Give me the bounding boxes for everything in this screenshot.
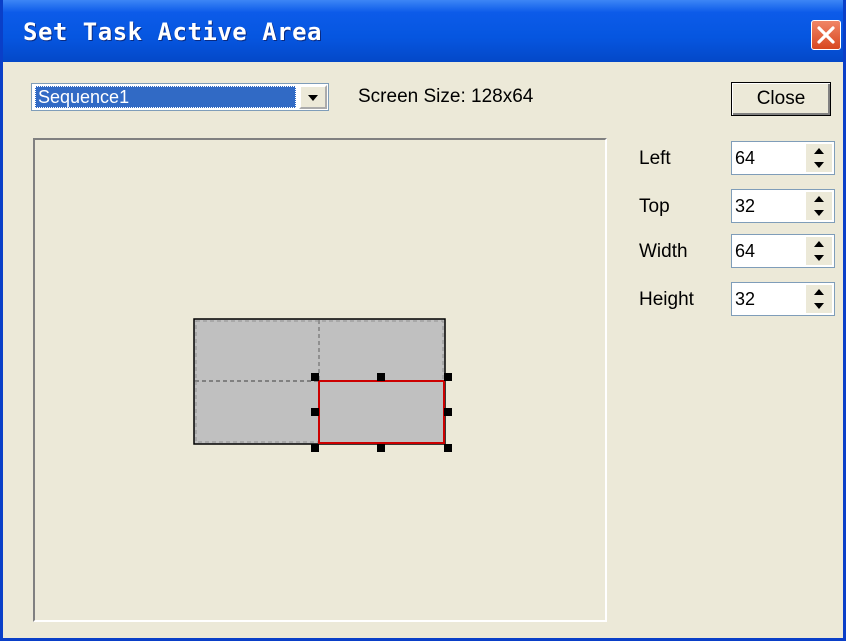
left-increment-button[interactable] bbox=[806, 144, 832, 158]
resize-handle-w[interactable] bbox=[311, 408, 319, 416]
resize-handle-e[interactable] bbox=[444, 408, 452, 416]
chevron-down-icon bbox=[308, 95, 318, 101]
top-decrement-button[interactable] bbox=[806, 206, 832, 220]
top-spin-buttons bbox=[806, 192, 832, 220]
arrow-up-icon bbox=[814, 289, 824, 295]
arrow-up-icon bbox=[814, 196, 824, 202]
left-spinbox[interactable] bbox=[731, 141, 835, 175]
width-input[interactable] bbox=[735, 239, 793, 263]
top-input[interactable] bbox=[735, 194, 793, 218]
left-input[interactable] bbox=[735, 146, 793, 170]
arrow-up-icon bbox=[814, 241, 824, 247]
resize-handle-sw[interactable] bbox=[311, 444, 319, 452]
sequence-dropdown-button[interactable] bbox=[299, 85, 327, 109]
resize-handle-s[interactable] bbox=[377, 444, 385, 452]
sequence-select[interactable]: Sequence1 bbox=[31, 83, 329, 111]
width-decrement-button[interactable] bbox=[806, 251, 832, 265]
arrow-down-icon bbox=[814, 255, 824, 261]
width-spinbox[interactable] bbox=[731, 234, 835, 268]
active-area-selection[interactable] bbox=[318, 380, 445, 444]
dialog-window: Set Task Active Area Sequence1 Screen Si… bbox=[0, 0, 846, 641]
left-spin-buttons bbox=[806, 144, 832, 172]
resize-handle-ne[interactable] bbox=[444, 373, 452, 381]
close-icon bbox=[817, 26, 835, 44]
window-title: Set Task Active Area bbox=[23, 18, 322, 46]
left-decrement-button[interactable] bbox=[806, 158, 832, 172]
screen-size-label: Screen Size: 128x64 bbox=[358, 86, 534, 107]
height-increment-button[interactable] bbox=[806, 285, 832, 299]
top-spinbox[interactable] bbox=[731, 189, 835, 223]
height-decrement-button[interactable] bbox=[806, 299, 832, 313]
sequence-select-value: Sequence1 bbox=[35, 86, 296, 108]
resize-handle-se[interactable] bbox=[444, 444, 452, 452]
active-area-canvas[interactable] bbox=[33, 138, 607, 622]
top-label: Top bbox=[639, 196, 670, 217]
resize-handle-n[interactable] bbox=[377, 373, 385, 381]
width-label: Width bbox=[639, 241, 688, 262]
arrow-down-icon bbox=[814, 162, 824, 168]
height-input[interactable] bbox=[735, 287, 793, 311]
top-increment-button[interactable] bbox=[806, 192, 832, 206]
height-label: Height bbox=[639, 289, 694, 310]
width-increment-button[interactable] bbox=[806, 237, 832, 251]
resize-handle-nw[interactable] bbox=[311, 373, 319, 381]
window-close-button[interactable] bbox=[811, 20, 841, 50]
close-button-label: Close bbox=[756, 88, 806, 109]
height-spinbox[interactable] bbox=[731, 282, 835, 316]
title-bar[interactable]: Set Task Active Area bbox=[3, 0, 843, 62]
arrow-down-icon bbox=[814, 210, 824, 216]
left-label: Left bbox=[639, 148, 671, 169]
height-spin-buttons bbox=[806, 285, 832, 313]
arrow-up-icon bbox=[814, 148, 824, 154]
width-spin-buttons bbox=[806, 237, 832, 265]
close-button[interactable]: Close bbox=[731, 82, 831, 116]
arrow-down-icon bbox=[814, 303, 824, 309]
